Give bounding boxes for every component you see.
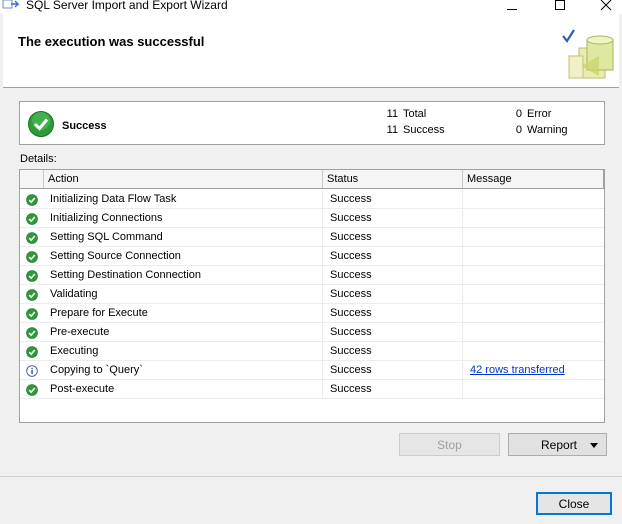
success-check-icon (20, 323, 44, 342)
warning-count-label: Warning (527, 124, 568, 136)
info-icon (20, 361, 44, 380)
execution-summary: Success 11 Total 11 Success 0 Error 0 Warnin… (19, 101, 605, 145)
close-button[interactable]: Close (536, 492, 612, 515)
row-status: Success (323, 380, 463, 399)
total-count-label: Total (403, 108, 427, 120)
row-action: Prepare for Execute (44, 304, 323, 323)
row-message (463, 228, 604, 247)
success-check-icon (20, 247, 44, 266)
grid-header: Action Status Message (20, 170, 604, 189)
window-title: SQL Server Import and Export Wizard (26, 0, 228, 12)
stop-button[interactable]: Stop (399, 433, 500, 456)
close-icon (600, 0, 612, 11)
success-check-icon (20, 342, 44, 361)
chevron-down-icon (590, 443, 598, 448)
database-checkmark-icon (559, 26, 619, 88)
row-status: Success (323, 361, 463, 380)
column-header-status[interactable]: Status (323, 170, 463, 188)
row-action: Validating (44, 285, 323, 304)
success-count-label: Success (403, 124, 445, 136)
error-count: 0 Error (510, 108, 552, 120)
page-title: The execution was successful (18, 34, 205, 49)
row-message: 42 rows transferred (463, 361, 604, 380)
table-row[interactable]: Initializing Data Flow Task Success (20, 190, 604, 209)
success-count: 11 Success (386, 124, 445, 136)
row-status: Success (323, 266, 463, 285)
table-row[interactable]: Prepare for Execute Success (20, 304, 604, 323)
row-action: Setting Destination Connection (44, 266, 323, 285)
footer-divider (0, 476, 622, 477)
details-grid[interactable]: Action Status Message Initializing Data … (19, 169, 605, 423)
table-row[interactable]: Executing Success (20, 342, 604, 361)
row-action: Setting SQL Command (44, 228, 323, 247)
table-row[interactable]: Setting SQL Command Success (20, 228, 604, 247)
total-count: 11 Total (386, 108, 427, 120)
table-row[interactable]: Setting Destination Connection Success (20, 266, 604, 285)
row-message (463, 266, 604, 285)
row-message (463, 209, 604, 228)
error-count-value: 0 (515, 108, 522, 120)
row-message (463, 304, 604, 323)
report-button-label: Report (541, 437, 578, 452)
row-action: Setting Source Connection (44, 247, 323, 266)
minimize-button[interactable] (490, 0, 534, 14)
maximize-icon (555, 0, 565, 10)
row-message (463, 190, 604, 209)
title-bar: SQL Server Import and Export Wizard (0, 0, 622, 14)
total-count-value: 11 (386, 108, 398, 120)
row-status: Success (323, 342, 463, 361)
row-status: Success (323, 209, 463, 228)
row-action: Pre-execute (44, 323, 323, 342)
row-message (463, 285, 604, 304)
error-count-label: Error (527, 108, 552, 120)
close-window-button[interactable] (584, 0, 622, 14)
summary-status-label: Success (62, 120, 107, 132)
table-row[interactable]: Post-execute Success (20, 380, 604, 399)
maximize-button[interactable] (538, 0, 582, 14)
table-row[interactable]: Initializing Connections Success (20, 209, 604, 228)
details-label: Details: (20, 153, 57, 165)
row-message (463, 323, 604, 342)
row-status: Success (323, 304, 463, 323)
row-action: Copying to `Query` (44, 361, 323, 380)
success-check-icon (20, 266, 44, 285)
row-status: Success (323, 285, 463, 304)
row-message (463, 342, 604, 361)
column-header-action[interactable]: Action (44, 170, 323, 188)
table-row[interactable]: Validating Success (20, 285, 604, 304)
row-message (463, 247, 604, 266)
row-action: Initializing Connections (44, 209, 323, 228)
success-check-icon (27, 110, 55, 138)
warning-count: 0 Warning (510, 124, 568, 136)
wizard-header: The execution was successful (3, 14, 619, 88)
row-status: Success (323, 228, 463, 247)
minimize-icon (507, 8, 517, 10)
table-row[interactable]: Setting Source Connection Success (20, 247, 604, 266)
success-check-icon (20, 190, 44, 209)
success-check-icon (20, 380, 44, 399)
success-check-icon (20, 285, 44, 304)
report-button[interactable]: Report (508, 433, 607, 456)
column-header-icon[interactable] (20, 170, 44, 188)
row-action: Post-execute (44, 380, 323, 399)
row-action: Initializing Data Flow Task (44, 190, 323, 209)
column-header-message[interactable]: Message (463, 170, 604, 188)
row-message (463, 380, 604, 399)
row-status: Success (323, 190, 463, 209)
rows-transferred-link[interactable]: 42 rows transferred (470, 364, 565, 376)
success-check-icon (20, 209, 44, 228)
row-action: Executing (44, 342, 323, 361)
success-count-value: 11 (386, 124, 398, 136)
table-row[interactable]: Copying to `Query` Success 42 rows transfe… (20, 361, 604, 380)
wizard-app-icon (2, 0, 20, 12)
row-status: Success (323, 247, 463, 266)
success-check-icon (20, 304, 44, 323)
table-row[interactable]: Pre-execute Success (20, 323, 604, 342)
success-check-icon (20, 228, 44, 247)
row-status: Success (323, 323, 463, 342)
warning-count-value: 0 (515, 124, 522, 136)
